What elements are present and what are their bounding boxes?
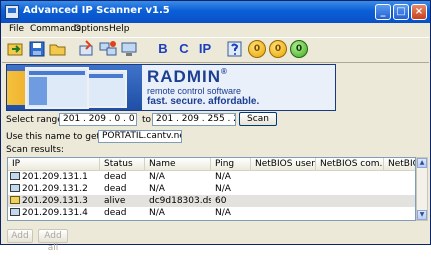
select-range-icon[interactable] [78, 40, 96, 58]
radmin-banner[interactable]: RADMIN® remote control software fast. se… [6, 64, 336, 111]
results-list[interactable]: IP Status Name Ping NetBIOS user NetBIOS… [7, 157, 416, 221]
menu-file[interactable]: File [9, 24, 24, 34]
menu-bar: File Commands Options Help [2, 23, 429, 37]
column-netbios-computer[interactable]: NetBIOS com... [316, 158, 384, 170]
row-name: N/A [149, 184, 165, 194]
range-to-input[interactable]: 201 . 209 . 255 . 255 [152, 113, 236, 126]
row-ping: N/A [215, 208, 231, 218]
table-row[interactable]: 201.209.131.4 dead N/A N/A [8, 207, 415, 219]
range-from-input[interactable]: 201 . 209 . 0 . 0 [59, 113, 137, 126]
folder-icon[interactable] [49, 40, 67, 58]
scan-results-label: Scan results: [6, 145, 64, 155]
table-row[interactable]: 201.209.131.2 dead N/A N/A [8, 183, 415, 195]
row-ip: 201.209.131.4 [22, 208, 88, 218]
start-coin-icon[interactable]: 0 [290, 40, 308, 58]
hostname-input[interactable]: PORTATIL.cantv.net [98, 130, 182, 143]
row-status: dead [104, 184, 127, 194]
results-scrollbar[interactable]: ▲ ▼ [416, 157, 428, 221]
computer-alive-icon [10, 196, 20, 204]
column-name[interactable]: Name [145, 158, 211, 170]
column-netbios-user[interactable]: NetBIOS user [251, 158, 316, 170]
banner-tagline: remote control software [147, 86, 242, 96]
scroll-up-arrow-icon[interactable]: ▲ [417, 158, 427, 168]
add-all-button[interactable]: Add all [38, 229, 68, 253]
banner-screen-image [25, 67, 89, 109]
shutdown-coin-icon[interactable]: 0 [248, 40, 266, 58]
row-status: alive [104, 196, 126, 206]
computer-icon [10, 208, 20, 216]
row-status: dead [104, 208, 127, 218]
app-window: Advanced IP Scanner v1.5 _ □ × File Comm… [0, 0, 431, 253]
save-icon[interactable] [28, 40, 46, 58]
wake-coin-icon[interactable]: 0 [269, 40, 287, 58]
select-range-label: Select range: [6, 115, 66, 125]
results-header: IP Status Name Ping NetBIOS user NetBIOS… [8, 158, 415, 171]
radmin-b-icon[interactable]: B [154, 40, 172, 58]
open-list-icon[interactable] [7, 40, 25, 58]
toolbar: B C IP 0 0 0 [2, 37, 429, 63]
computers-icon[interactable] [120, 40, 138, 58]
network-icon[interactable] [99, 40, 117, 58]
help-icon[interactable] [226, 40, 244, 58]
menu-help[interactable]: Help [109, 24, 130, 34]
column-status[interactable]: Status [100, 158, 145, 170]
row-ping: N/A [215, 184, 231, 194]
table-row[interactable]: 201.209.131.3 alive dc9d18303.dsl... 60 [8, 195, 415, 207]
row-ping: 60 [215, 196, 227, 206]
app-icon [5, 5, 19, 19]
title-bar[interactable]: Advanced IP Scanner v1.5 _ □ × [1, 1, 430, 23]
row-ip: 201.209.131.2 [22, 184, 88, 194]
scroll-down-arrow-icon[interactable]: ▼ [417, 210, 427, 220]
radmin-c-icon[interactable]: C [175, 40, 193, 58]
scan-button[interactable]: Scan [239, 112, 277, 126]
menu-options[interactable]: Options [74, 24, 109, 34]
computer-icon [10, 172, 20, 180]
banner-slogan: fast. secure. affordable. [147, 96, 260, 107]
column-ip[interactable]: IP [8, 158, 100, 170]
row-name: N/A [149, 172, 165, 182]
minimize-button[interactable]: _ [375, 4, 391, 20]
row-ping: N/A [215, 172, 231, 182]
row-name: dc9d18303.dsl... [149, 196, 211, 206]
column-netbios[interactable]: NetBIOS [384, 158, 415, 170]
row-name: N/A [149, 208, 165, 218]
table-row[interactable]: 201.209.131.1 dead N/A N/A [8, 171, 415, 183]
column-ping[interactable]: Ping [211, 158, 251, 170]
computer-icon [10, 184, 20, 192]
row-status: dead [104, 172, 127, 182]
window-title: Advanced IP Scanner v1.5 [23, 5, 170, 16]
add-button[interactable]: Add [7, 229, 33, 243]
close-button[interactable]: × [411, 4, 427, 20]
row-ip: 201.209.131.3 [22, 196, 88, 206]
banner-logo: RADMIN® [147, 67, 228, 86]
range-to-label: to [142, 115, 152, 125]
maximize-button[interactable]: □ [393, 4, 409, 20]
row-ip: 201.209.131.1 [22, 172, 88, 182]
radmin-ip-icon[interactable]: IP [196, 40, 214, 58]
